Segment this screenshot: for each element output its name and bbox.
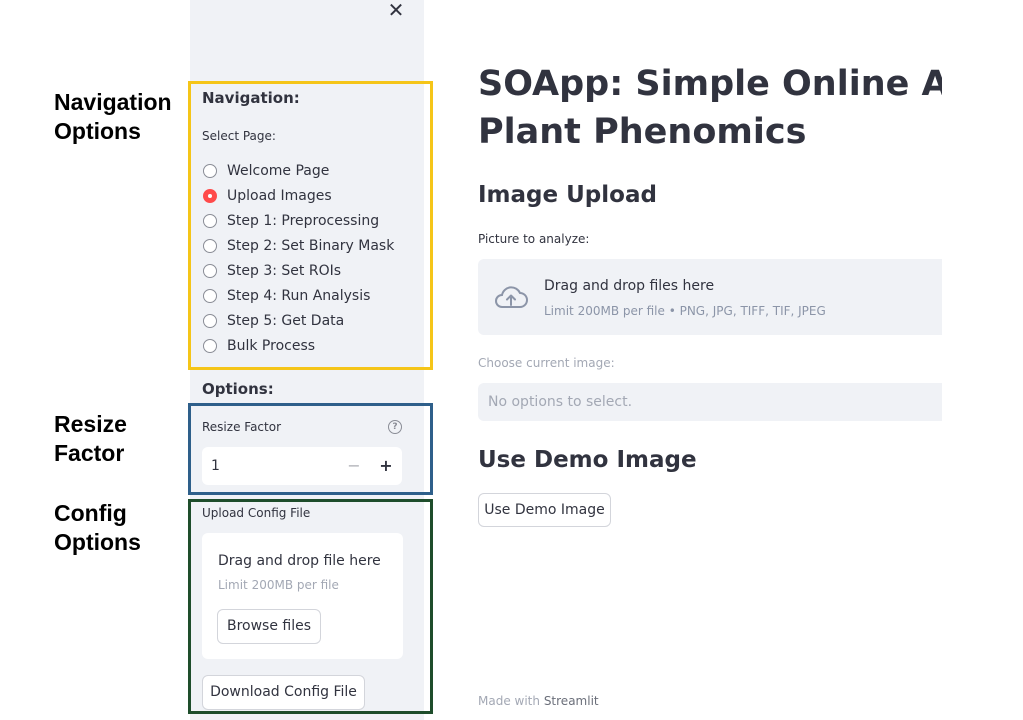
increment-button[interactable]: + [370, 447, 402, 485]
resize-factor-value[interactable]: 1 [202, 458, 338, 474]
radio-option[interactable]: Step 5: Get Data [203, 308, 394, 333]
radio-option[interactable]: Step 1: Preprocessing [203, 208, 394, 233]
annotation-line: Resize [54, 411, 127, 437]
resize-factor-input[interactable]: 1 − + [202, 447, 402, 485]
image-upload-heading: Image Upload [478, 182, 657, 208]
page-title-line: Plant Phenomics [478, 112, 807, 152]
dropzone-text: Drag and drop files here [544, 278, 715, 294]
annotation-config-options: Config Options [54, 499, 141, 557]
radio-option-label: Step 3: Set ROIs [227, 262, 342, 279]
radio-option-label: Welcome Page [227, 162, 330, 179]
download-config-button[interactable]: Download Config File [202, 675, 365, 710]
annotation-resize-factor: Resize Factor [54, 410, 127, 468]
radio-unselected-icon[interactable] [203, 163, 217, 178]
close-icon[interactable]: ✕ [386, 0, 406, 20]
image-dropzone[interactable]: Drag and drop files here Limit 200MB per… [478, 259, 942, 335]
cloud-upload-icon [495, 286, 528, 308]
radio-option[interactable]: Upload Images [203, 183, 394, 208]
use-demo-image-button[interactable]: Use Demo Image [478, 493, 611, 527]
demo-image-heading: Use Demo Image [478, 447, 697, 473]
choose-image-select[interactable]: No options to select. [478, 383, 942, 421]
page-title: SOApp: Simple Online Auto Plant Phenomic… [478, 60, 942, 156]
page-radio-group: Welcome Page Upload Images Step 1: Preproc… [203, 158, 394, 358]
config-limit-text: Limit 200MB per file [218, 578, 339, 592]
radio-option[interactable]: Bulk Process [203, 333, 394, 358]
radio-unselected-icon[interactable] [203, 238, 217, 253]
radio-unselected-icon[interactable] [203, 263, 217, 278]
radio-unselected-icon[interactable] [203, 213, 217, 228]
radio-option[interactable]: Step 2: Set Binary Mask [203, 233, 394, 258]
browse-files-button[interactable]: Browse files [217, 609, 321, 644]
footer-prefix: Made with [478, 694, 540, 708]
radio-selected-icon[interactable] [203, 188, 217, 203]
radio-option[interactable]: Step 4: Run Analysis [203, 283, 394, 308]
streamlit-link[interactable]: Streamlit [544, 694, 599, 708]
radio-option-label: Step 4: Run Analysis [227, 287, 371, 304]
upload-config-label: Upload Config File [202, 506, 311, 520]
dropzone-limit-text: Limit 200MB per file • PNG, JPG, TIFF, T… [544, 304, 826, 318]
config-drop-text: Drag and drop file here [218, 553, 381, 569]
radio-option-label: Step 2: Set Binary Mask [227, 237, 395, 254]
radio-unselected-icon[interactable] [203, 288, 217, 303]
radio-option-label: Upload Images [227, 187, 332, 204]
annotation-line: Config [54, 500, 127, 526]
select-placeholder: No options to select. [488, 394, 633, 410]
help-icon[interactable]: ? [388, 420, 402, 434]
radio-unselected-icon[interactable] [203, 338, 217, 353]
navigation-title: Navigation: [202, 89, 300, 107]
radio-option-label: Bulk Process [227, 337, 316, 354]
decrement-button[interactable]: − [338, 447, 370, 485]
annotation-line: Options [54, 529, 141, 555]
annotation-line: Options [54, 118, 141, 144]
radio-option[interactable]: Welcome Page [203, 158, 394, 183]
annotation-line: Navigation [54, 89, 172, 115]
annotation-line: Factor [54, 440, 125, 466]
select-page-label: Select Page: [202, 129, 276, 143]
radio-unselected-icon[interactable] [203, 313, 217, 328]
picture-label: Picture to analyze: [478, 232, 590, 246]
resize-factor-label: Resize Factor [202, 420, 281, 434]
config-dropzone[interactable]: Drag and drop file here Limit 200MB per … [202, 533, 403, 659]
page-title-line: SOApp: Simple Online Auto [478, 64, 942, 104]
radio-option-label: Step 1: Preprocessing [227, 212, 380, 229]
footer: Made with Streamlit [478, 694, 599, 708]
options-title: Options: [202, 380, 274, 398]
choose-image-label: Choose current image: [478, 356, 615, 370]
radio-option[interactable]: Step 3: Set ROIs [203, 258, 394, 283]
radio-option-label: Step 5: Get Data [227, 312, 345, 329]
annotation-navigation-options: Navigation Options [54, 88, 172, 146]
